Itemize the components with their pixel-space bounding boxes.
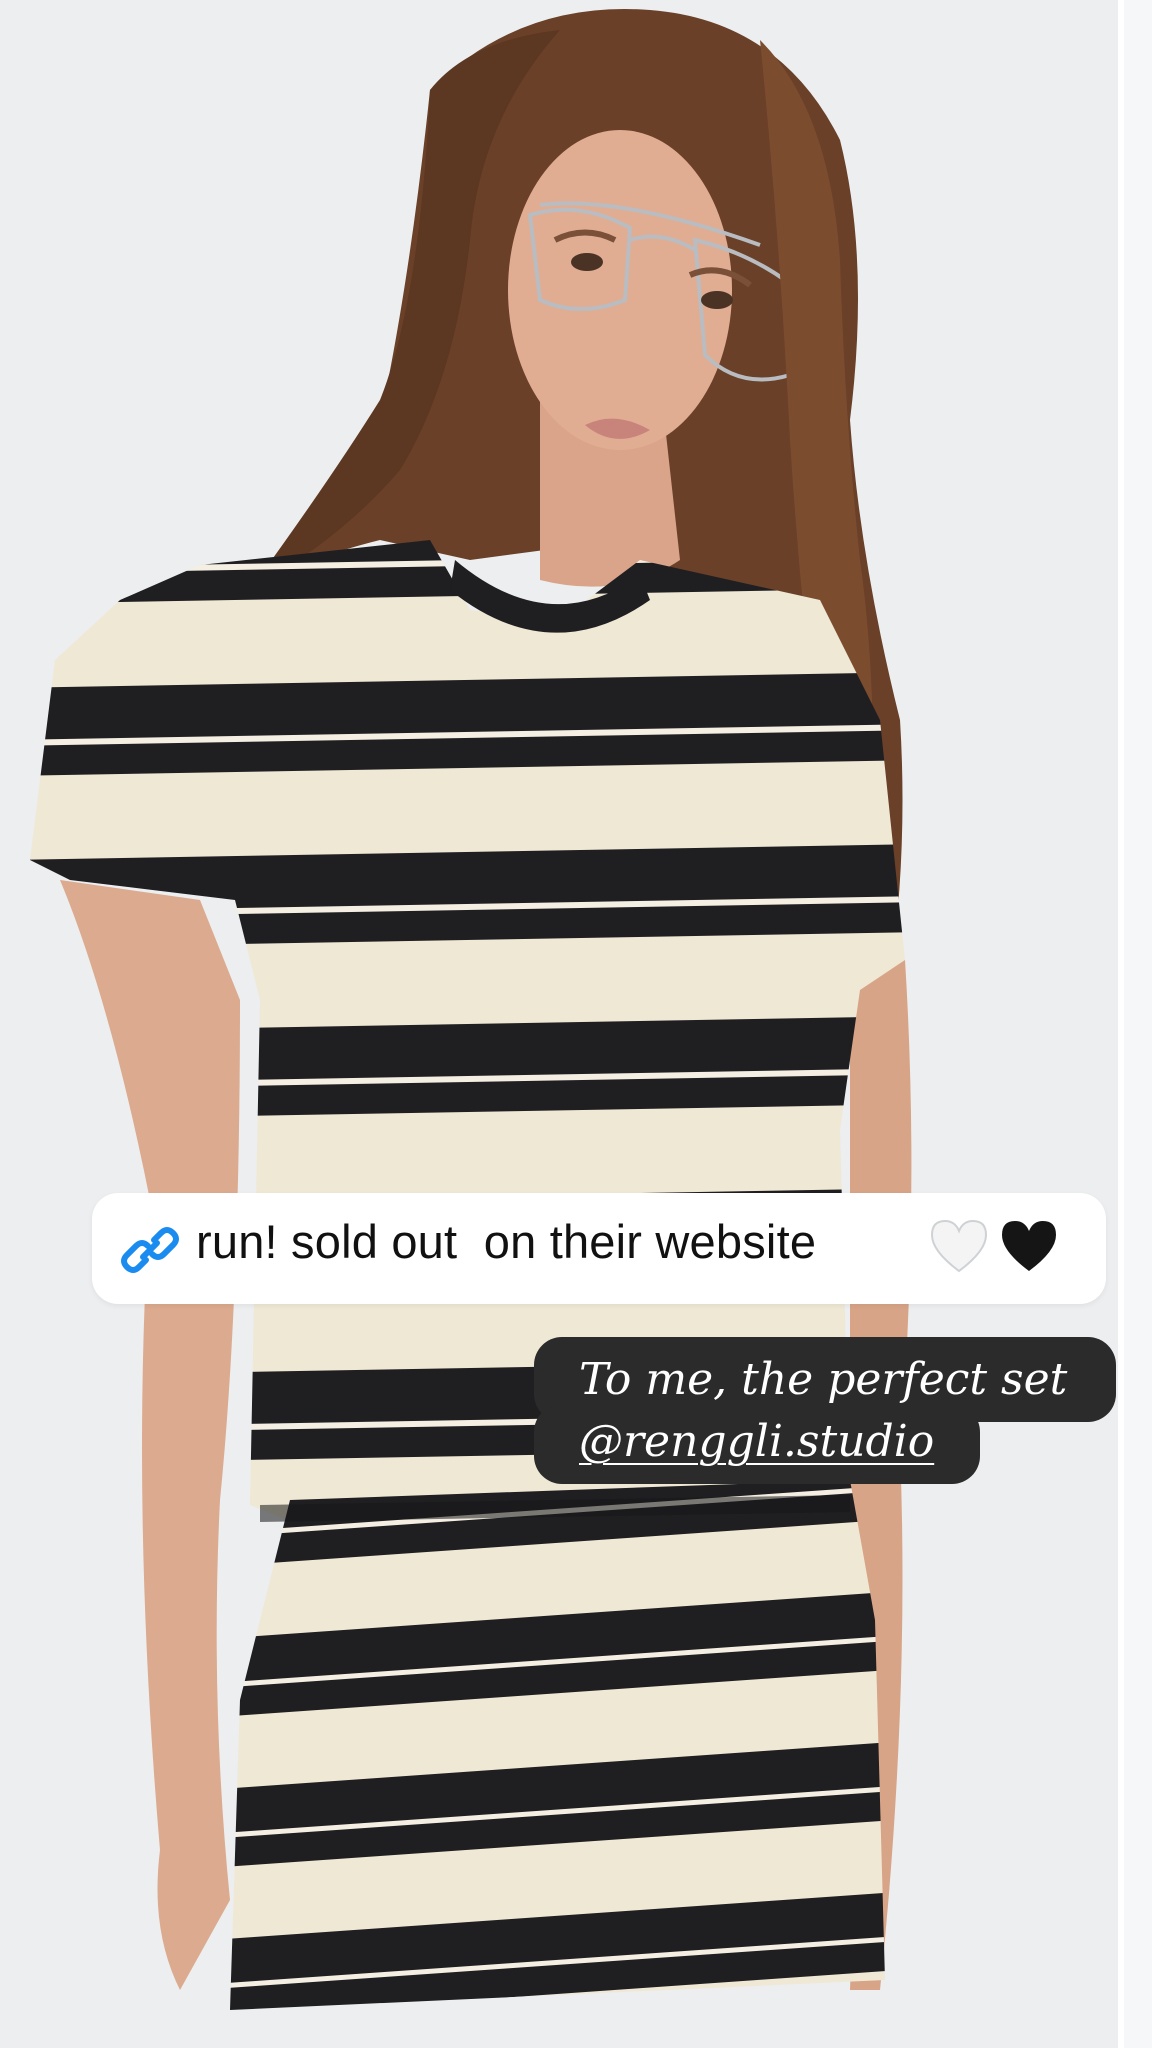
caption-line-2[interactable]: @renggli.studio (534, 1404, 980, 1484)
black-heart-icon (1002, 1221, 1056, 1271)
mention-link[interactable]: @renggli.studio (579, 1416, 934, 1467)
screen-edge (1118, 0, 1152, 2048)
white-heart-icon (930, 1219, 988, 1273)
story-photo (0, 0, 1118, 2048)
link-icon (121, 1227, 179, 1273)
link-sticker[interactable]: run! sold out on their website (92, 1193, 1106, 1304)
link-sticker-label: run! sold out on their website (196, 1215, 817, 1268)
